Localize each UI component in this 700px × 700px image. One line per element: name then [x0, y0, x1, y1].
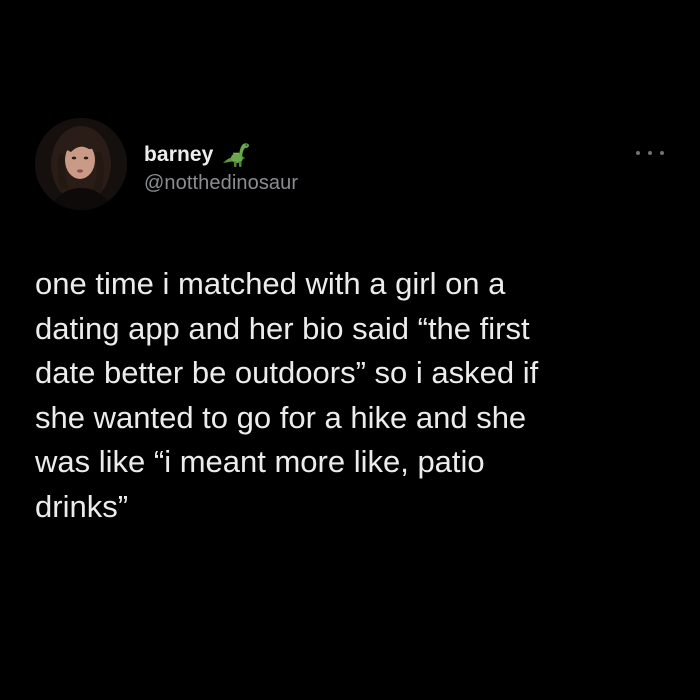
tweet-line: was like “i meant more like, patio: [35, 444, 485, 479]
tweet-line: dating app and her bio said “the first: [35, 310, 530, 346]
profile-photo-icon: [35, 118, 127, 210]
tweet-text: one time i matched with a girl on a dati…: [35, 262, 675, 529]
tweet-line: she wanted to go for a hike and she: [35, 399, 527, 435]
dot: [636, 151, 640, 155]
tweet-card: barney @notthedinosaur one time i matche…: [0, 0, 700, 700]
more-options-icon[interactable]: [636, 146, 664, 160]
dot: [660, 151, 664, 155]
tweet-line: date better be outdoors” so i asked if: [35, 355, 539, 390]
tweet-line: one time i matched with a girl on a: [35, 266, 506, 301]
dot: [648, 151, 652, 155]
display-name-row: barney: [144, 140, 251, 170]
display-name[interactable]: barney: [144, 143, 213, 167]
avatar[interactable]: [35, 118, 127, 210]
tweet-line: drinks”: [35, 488, 129, 524]
username-handle[interactable]: @notthedinosaur: [144, 172, 298, 195]
dinosaur-icon: [221, 141, 251, 169]
